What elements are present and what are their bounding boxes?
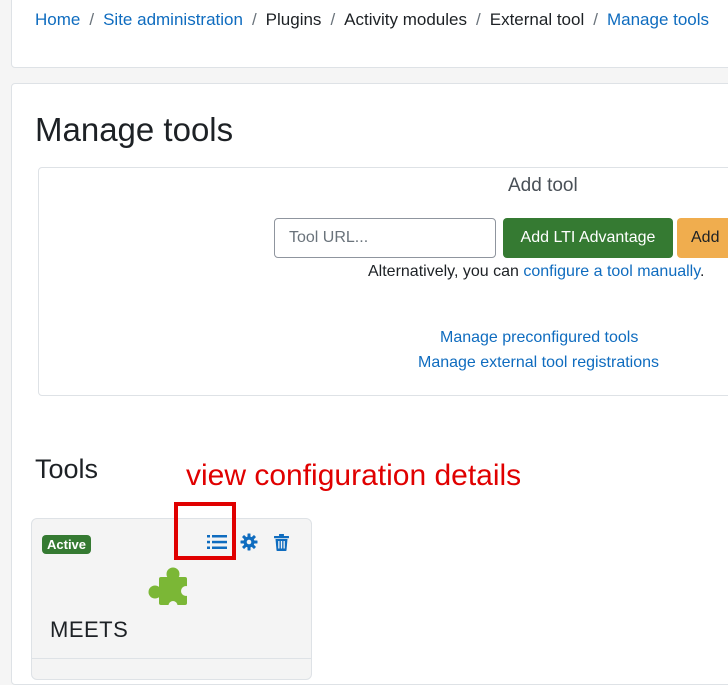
annotation-label: view configuration details xyxy=(186,459,522,492)
breadcrumb-external-tool: External tool xyxy=(489,10,585,29)
tool-name: MEETS xyxy=(50,617,129,642)
configure-manually-link[interactable]: configure a tool manually xyxy=(523,263,700,280)
breadcrumb-separator: / xyxy=(89,10,95,29)
breadcrumb-manage-tools[interactable]: Manage tools xyxy=(607,10,709,29)
manage-preconfigured-tools-link[interactable]: Manage preconfigured tools xyxy=(440,329,638,347)
annotation-highlight-box xyxy=(174,502,236,560)
add-tool-button[interactable]: Add xyxy=(677,218,728,258)
breadcrumb-plugins: Plugins xyxy=(265,10,322,29)
status-badge: Active xyxy=(42,535,92,554)
breadcrumb-separator: / xyxy=(251,10,257,29)
tool-url-input[interactable] xyxy=(274,218,496,258)
manage-registrations-link[interactable]: Manage external tool registrations xyxy=(418,354,659,372)
breadcrumb-activity-modules: Activity modules xyxy=(344,10,467,29)
gear-icon[interactable] xyxy=(239,532,259,552)
puzzle-piece-icon xyxy=(148,567,192,610)
trash-icon[interactable] xyxy=(271,532,291,552)
add-tool-heading: Add tool xyxy=(508,175,578,196)
tool-card-divider xyxy=(31,658,311,659)
breadcrumb-home[interactable]: Home xyxy=(35,10,80,29)
page-title: Manage tools xyxy=(35,111,234,148)
breadcrumb-separator: / xyxy=(330,10,336,29)
alternative-config-text: Alternatively, you can configure a tool … xyxy=(368,263,705,281)
breadcrumb: Home / Site administration / Plugins / Activit… xyxy=(35,10,709,30)
add-lti-advantage-button[interactable]: Add LTI Advantage xyxy=(503,218,673,258)
tools-heading: Tools xyxy=(35,454,99,484)
breadcrumb-separator: / xyxy=(593,10,598,29)
alternative-suffix: . xyxy=(700,263,705,280)
alternative-prefix: Alternatively, you can xyxy=(368,263,524,280)
breadcrumb-separator: / xyxy=(476,10,481,29)
breadcrumb-site-administration[interactable]: Site administration xyxy=(103,10,243,29)
